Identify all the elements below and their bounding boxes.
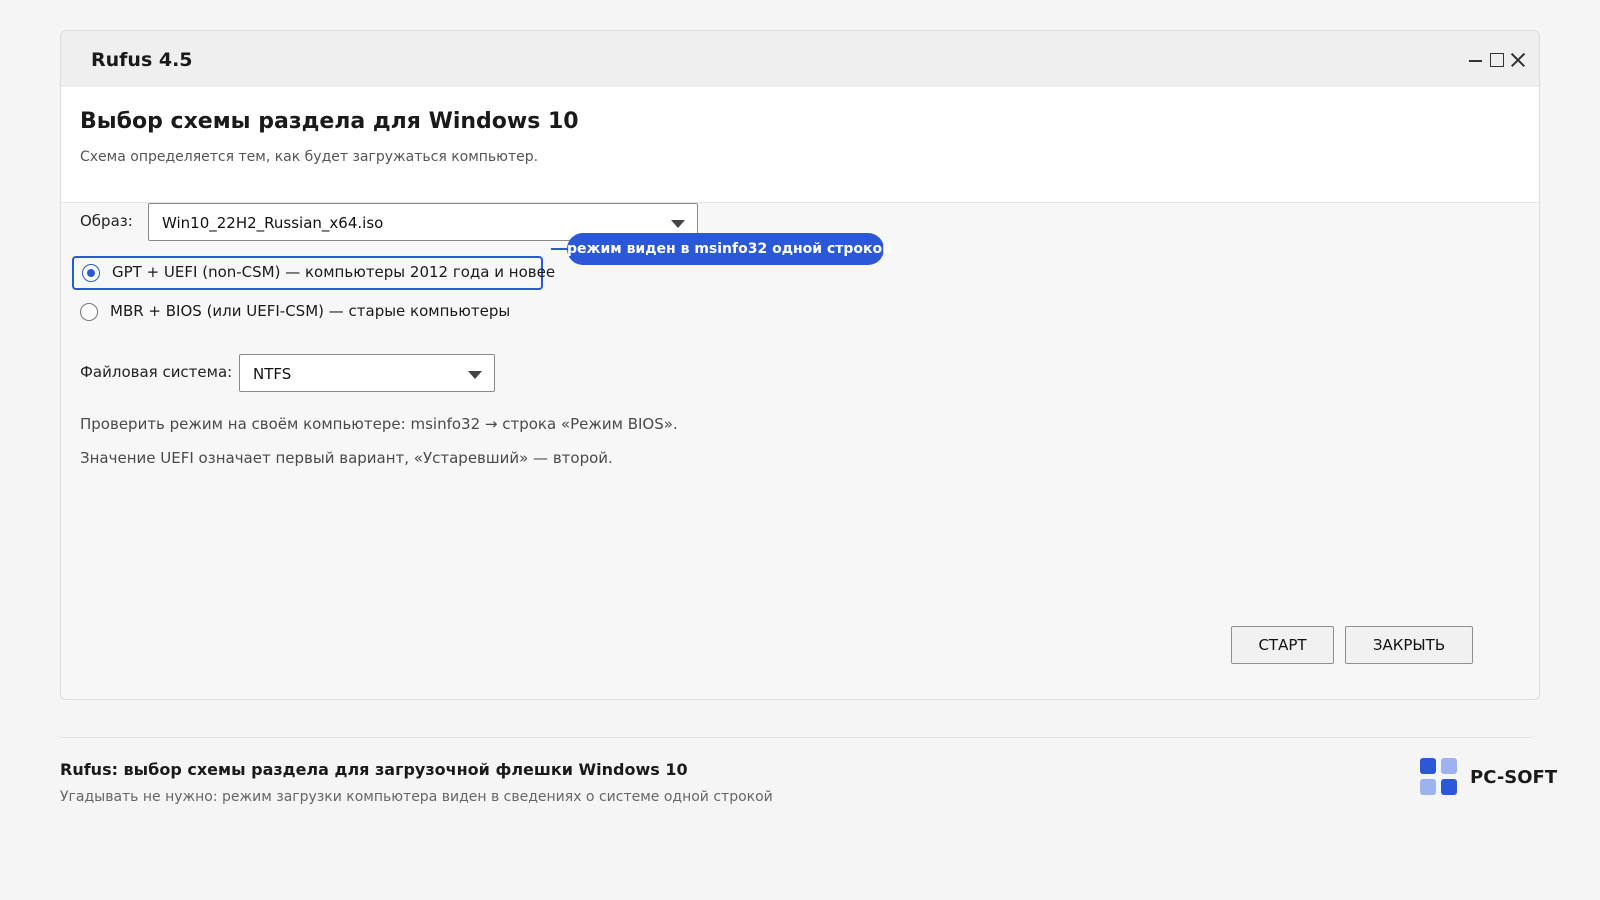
brand-name: PC-SOFT [1470,767,1558,788]
dropdown-caret-icon [468,371,482,379]
dropdown-caret-icon [671,220,685,228]
logo-square [1420,779,1436,795]
rufus-window: Rufus 4.5 Выбор схемы раздела для Window… [60,30,1540,700]
title-bar: Rufus 4.5 [61,31,1539,87]
divider [60,737,1532,738]
logo-square [1441,758,1457,774]
image-label: Образ: [80,212,133,230]
window-title: Rufus 4.5 [91,49,193,71]
radio-button-gpt[interactable] [82,264,100,282]
dialog-header: Выбор схемы раздела для Windows 10 Схема… [61,87,1539,203]
page-title: Выбор схемы раздела для Windows 10 [80,109,579,134]
hint-line: Значение UEFI означает первый вариант, «… [80,449,613,467]
caption-subtitle: Угадывать не нужно: режим загрузки компь… [60,789,773,805]
minimize-icon[interactable] [1465,49,1487,71]
close-icon[interactable] [1507,49,1529,71]
start-button[interactable]: СТАРТ [1231,626,1334,664]
hint-line: Проверить режим на своём компьютере: msi… [80,415,678,433]
page-subtitle: Схема определяется тем, как будет загруж… [80,149,539,165]
pc-soft-logo-icon [1420,758,1460,798]
logo-square [1441,779,1457,795]
logo-square [1420,758,1436,774]
radio-label-gpt: GPT + UEFI (non-CSM) — компьютеры 2012 г… [112,263,556,281]
radio-button-mbr[interactable] [80,303,98,321]
close-button[interactable]: ЗАКРЫТЬ [1345,626,1473,664]
radio-mbr-bios[interactable]: MBR + BIOS (или UEFI-CSM) — старые компь… [72,296,543,330]
radio-gpt-uefi[interactable]: GPT + UEFI (non-CSM) — компьютеры 2012 г… [72,256,555,290]
filesystem-select[interactable]: NTFS [239,354,495,392]
callout-badge: режим виден в msinfo32 одной строкой [567,233,892,265]
caption-title: Rufus: выбор схемы раздела для загрузочн… [60,760,688,779]
filesystem-label: Файловая система: [80,363,233,381]
maximize-icon[interactable] [1486,49,1508,71]
radio-label-mbr: MBR + BIOS (или UEFI-CSM) — старые компь… [110,302,511,320]
image-select-value: Win10_22H2_Russian_x64.iso [162,214,384,232]
filesystem-select-value: NTFS [253,365,292,383]
